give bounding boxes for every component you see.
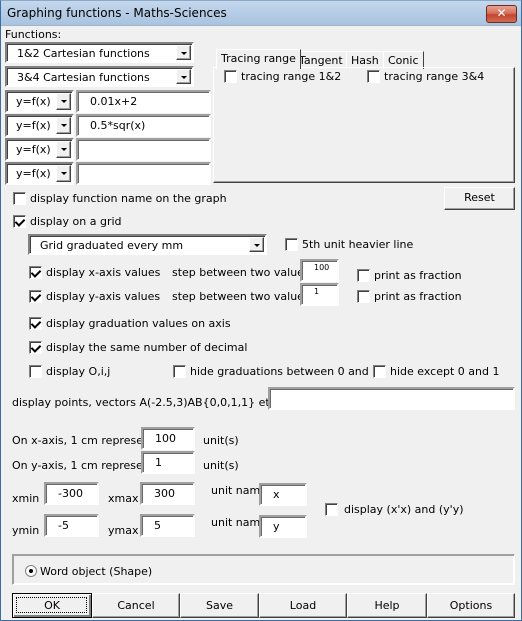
display-on-grid-checkbox[interactable] [13, 215, 26, 228]
y-unit-label: unit(s) [203, 459, 239, 472]
x-step-label: step between two values [172, 266, 310, 279]
chevron-down-icon[interactable] [56, 141, 71, 158]
hide-graduations-0-1-label: hide graduations between 0 and 1 [190, 365, 380, 378]
x-print-fraction-label: print as fraction [374, 269, 462, 282]
xmin-label: xmin [12, 492, 40, 505]
tracing-range-12-label: tracing range 1&2 [241, 70, 342, 83]
display-x-values-label: display x-axis values [46, 266, 161, 279]
display-graduation-values-label: display graduation values on axis [46, 317, 231, 330]
display-oij-label: display O,i,j [46, 365, 111, 378]
y-step-input[interactable]: 1 [300, 283, 339, 306]
function-group-34-value: 3&4 Cartesian functions [17, 71, 150, 84]
display-x-values-checkbox[interactable] [29, 266, 42, 279]
close-icon: ✕ [496, 6, 507, 20]
display-function-name-checkbox[interactable] [13, 192, 26, 205]
cancel-button[interactable]: Cancel [92, 593, 180, 618]
y-unit-name-input[interactable]: y [259, 515, 307, 538]
hide-except-0-1-label: hide except 0 and 1 [390, 365, 500, 378]
fifth-unit-heavier-label: 5th unit heavier line [302, 238, 414, 251]
function-3-expression-input[interactable] [76, 138, 211, 161]
points-vectors-label: display points, vectors A(-2.5,3)AB{0,0,… [12, 396, 287, 409]
display-graduation-values-checkbox[interactable] [29, 317, 42, 330]
function-group-12-select[interactable]: 1&2 Cartesian functions [5, 42, 194, 63]
display-axes-names-label: display (x'x) and (y'y) [344, 503, 464, 516]
function-2-type-value: y=f(x) [16, 119, 51, 132]
y-print-fraction-label: print as fraction [374, 290, 462, 303]
help-button[interactable]: Help [347, 593, 427, 618]
xmax-label: xmax [108, 492, 139, 505]
close-button[interactable]: ✕ [486, 5, 517, 23]
chevron-down-icon[interactable] [176, 45, 191, 60]
grid-type-value: Grid graduated every mm [40, 239, 184, 252]
tracing-range-34-label: tracing range 3&4 [384, 70, 485, 83]
function-group-12-value: 1&2 Cartesian functions [17, 47, 150, 60]
fifth-unit-heavier-checkbox[interactable] [285, 238, 298, 251]
function-2-expression-input[interactable]: 0.5*sqr(x) [76, 114, 211, 137]
display-y-values-checkbox[interactable] [29, 290, 42, 303]
function-1-type-select[interactable]: y=f(x) [5, 90, 74, 113]
x-print-fraction-checkbox[interactable] [357, 269, 370, 282]
save-button[interactable]: Save [180, 593, 259, 618]
tracing-range-12-checkbox[interactable] [224, 70, 237, 83]
xmax-input[interactable]: 300 [140, 482, 195, 505]
chevron-down-icon[interactable] [176, 69, 191, 84]
function-group-34-select[interactable]: 3&4 Cartesian functions [5, 66, 194, 87]
chevron-down-icon[interactable] [249, 237, 264, 252]
word-object-radio[interactable] [25, 565, 37, 577]
display-oij-checkbox[interactable] [29, 365, 42, 378]
display-on-grid-label: display on a grid [30, 215, 122, 228]
load-button[interactable]: Load [259, 593, 347, 618]
hide-graduations-0-1-checkbox[interactable] [173, 365, 186, 378]
functions-label: Functions: [5, 28, 62, 41]
function-2-type-select[interactable]: y=f(x) [5, 114, 74, 137]
x-unit-name-input[interactable]: x [259, 483, 307, 506]
display-axes-names-checkbox[interactable] [325, 503, 338, 516]
ymax-label: ymax [108, 524, 139, 537]
xmin-input[interactable]: -300 [44, 482, 99, 505]
ymax-input[interactable]: 5 [140, 514, 195, 537]
function-4-expression-input[interactable] [76, 162, 211, 185]
ok-button[interactable]: OK [12, 593, 92, 618]
function-4-type-value: y=f(x) [16, 167, 51, 180]
dialog-window: Graphing functions - Maths-Sciences ✕ Fu… [0, 0, 522, 621]
x-scale-input[interactable]: 100 [141, 427, 195, 450]
hide-except-0-1-checkbox[interactable] [373, 365, 386, 378]
tab-panel-tracing-range [213, 67, 515, 183]
x-step-input[interactable]: 100 [300, 259, 339, 282]
tab-tracing-range[interactable]: Tracing range [216, 49, 301, 69]
reset-button[interactable]: Reset [444, 187, 515, 210]
chevron-down-icon[interactable] [56, 165, 71, 182]
options-button[interactable]: Options [427, 593, 515, 618]
function-1-expression-input[interactable]: 0.01x+2 [76, 90, 211, 113]
points-vectors-input[interactable] [268, 387, 515, 410]
display-function-name-label: display function name on the graph [30, 192, 227, 205]
x-unit-label: unit(s) [203, 434, 239, 447]
function-4-type-select[interactable]: y=f(x) [5, 162, 74, 185]
chevron-down-icon[interactable] [56, 93, 71, 110]
chevron-down-icon[interactable] [56, 117, 71, 134]
ymin-input[interactable]: -5 [44, 514, 99, 537]
function-3-type-select[interactable]: y=f(x) [5, 138, 74, 161]
tracing-range-34-checkbox[interactable] [367, 70, 380, 83]
same-decimals-checkbox[interactable] [29, 341, 42, 354]
display-y-values-label: display y-axis values [46, 290, 161, 303]
y-scale-label: On y-axis, 1 cm represents [12, 459, 160, 472]
y-scale-input[interactable]: 1 [141, 451, 195, 474]
function-1-type-value: y=f(x) [16, 95, 51, 108]
same-decimals-label: display the same number of decimal [46, 341, 248, 354]
title-bar: Graphing functions - Maths-Sciences ✕ [1, 1, 521, 26]
x-scale-label: On x-axis, 1 cm represents [12, 434, 160, 447]
window-title: Graphing functions - Maths-Sciences [7, 6, 227, 20]
y-print-fraction-checkbox[interactable] [357, 290, 370, 303]
ymin-label: ymin [12, 524, 40, 537]
word-object-label: Word object (Shape) [40, 565, 153, 578]
y-step-label: step between two values [172, 290, 310, 303]
function-3-type-value: y=f(x) [16, 143, 51, 156]
focus-rect [16, 597, 87, 613]
grid-type-select[interactable]: Grid graduated every mm [28, 234, 267, 255]
